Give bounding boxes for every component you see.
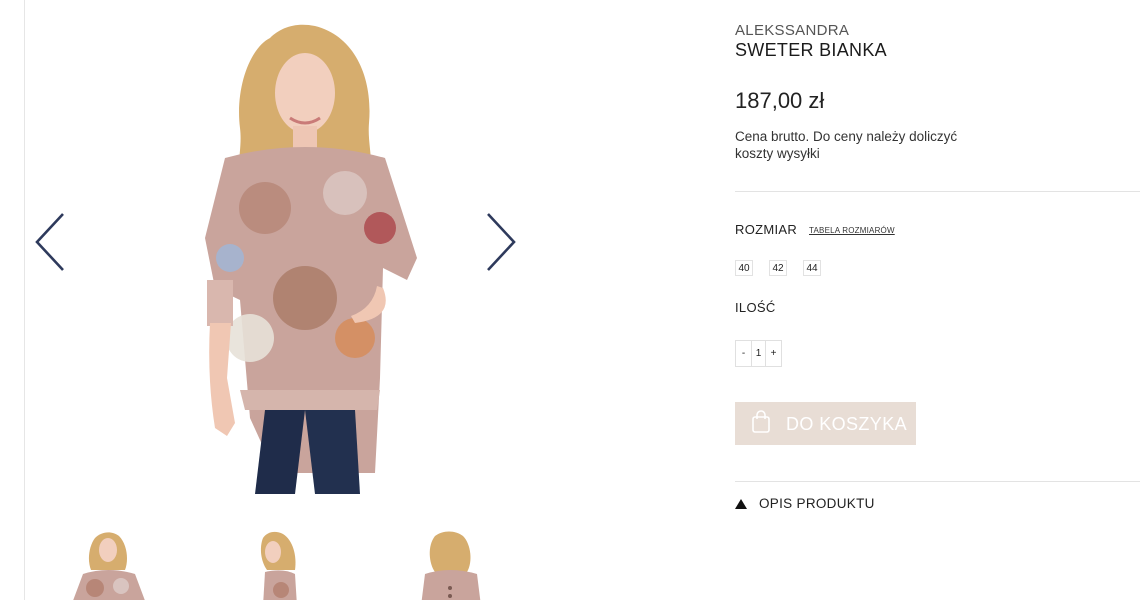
product-description-toggle[interactable]: OPIS PRODUKTU bbox=[735, 496, 875, 511]
gallery-prev-button[interactable] bbox=[33, 210, 73, 274]
add-to-cart-label: DO KOSZYKA bbox=[786, 414, 908, 434]
size-option-40[interactable]: 40 bbox=[735, 260, 753, 276]
quantity-decrease-button[interactable]: - bbox=[736, 341, 751, 366]
divider bbox=[735, 481, 1140, 482]
quantity-label: ILOŚĆ bbox=[735, 300, 776, 315]
quantity-stepper: - 1 + bbox=[735, 340, 782, 367]
product-brand: ALEKSSANDRA bbox=[735, 22, 850, 39]
product-price: 187,00 zł bbox=[735, 88, 825, 113]
shopping-bag-icon bbox=[752, 410, 770, 433]
thumbnail-strip bbox=[25, 520, 545, 600]
product-name: SWETER BIANKA bbox=[735, 40, 887, 60]
product-gallery bbox=[25, 0, 545, 600]
size-label: ROZMIAR bbox=[735, 222, 798, 237]
main-product-image bbox=[205, 24, 417, 494]
thumbnail-side[interactable] bbox=[225, 526, 335, 600]
size-option-44[interactable]: 44 bbox=[803, 260, 821, 276]
divider bbox=[735, 191, 1140, 192]
price-note: Cena brutto. Do ceny należy doliczyć kos… bbox=[735, 129, 958, 161]
gallery-next-button[interactable] bbox=[480, 210, 520, 274]
size-option-42[interactable]: 42 bbox=[769, 260, 787, 276]
size-table-link[interactable]: TABELA ROZMIARÓW bbox=[809, 226, 895, 235]
quantity-input[interactable]: 1 bbox=[751, 341, 766, 366]
thumbnail-front[interactable] bbox=[55, 526, 165, 600]
add-to-cart-button[interactable]: DO KOSZYKA bbox=[735, 402, 916, 445]
product-description-label: OPIS PRODUKTU bbox=[759, 496, 875, 511]
product-info: ALEKSSANDRA SWETER BIANKA 187,00 zł Cena… bbox=[735, 0, 1140, 600]
quantity-increase-button[interactable]: + bbox=[766, 341, 781, 366]
triangle-up-icon bbox=[735, 498, 747, 509]
thumbnail-back[interactable] bbox=[395, 526, 505, 600]
size-options: 40 42 44 bbox=[735, 260, 821, 276]
